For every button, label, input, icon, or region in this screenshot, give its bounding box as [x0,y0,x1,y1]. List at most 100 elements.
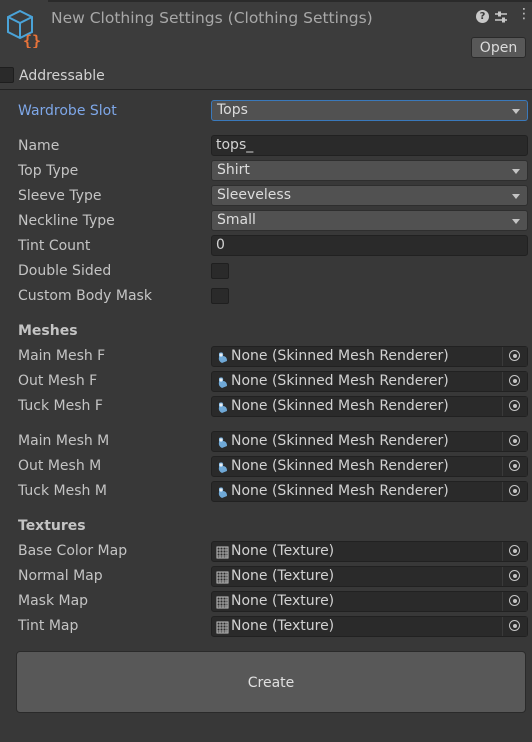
skinned-mesh-renderer-icon [218,462,227,473]
tint-count-value: 0 [216,237,225,253]
mesh-object-field[interactable]: None (Skinned Mesh Renderer) [211,481,528,502]
neckline-type-label: Neckline Type [18,213,115,229]
texture-object-field[interactable]: None (Texture) [211,541,528,562]
object-picker-button[interactable] [502,592,527,611]
texture-icon [216,571,229,584]
scriptable-object-icon: {} [7,9,41,48]
top-type-value: Shirt [217,162,250,178]
double-sided-checkbox[interactable] [211,263,229,279]
custom-body-mask-checkbox[interactable] [211,288,229,304]
inspector-title: New Clothing Settings (Clothing Settings… [51,9,373,27]
create-button[interactable]: Create [16,651,526,713]
texture-object-field[interactable]: None (Texture) [211,616,528,637]
meshes-heading: Meshes [18,323,78,339]
texture-icon [216,546,229,559]
custom-body-mask-row: Custom Body Mask [0,285,532,307]
sleeve-type-label: Sleeve Type [18,188,102,204]
custom-body-mask-label: Custom Body Mask [18,288,152,304]
object-picker-button[interactable] [502,347,527,366]
mesh-object-field[interactable]: None (Skinned Mesh Renderer) [211,396,528,417]
object-picker-button[interactable] [502,432,527,451]
neckline-type-value: Small [217,212,256,228]
texture-object-value: None (Texture) [231,593,335,609]
header-separator [0,89,532,90]
mesh-row: Tuck Mesh F None (Skinned Mesh Renderer) [0,395,532,417]
skinned-mesh-renderer-icon [218,402,227,413]
mesh-row: Main Mesh M None (Skinned Mesh Renderer) [0,430,532,452]
double-sided-row: Double Sided [0,260,532,282]
mesh-object-field[interactable]: None (Skinned Mesh Renderer) [211,456,528,477]
sleeve-type-dropdown[interactable]: Sleeveless [211,185,528,206]
presets-icon[interactable] [494,10,508,24]
mesh-object-field[interactable]: None (Skinned Mesh Renderer) [211,431,528,452]
mesh-row: Tuck Mesh M None (Skinned Mesh Renderer) [0,480,532,502]
texture-icon [216,596,229,609]
texture-icon [216,621,229,634]
double-sided-label: Double Sided [18,263,112,279]
help-icon[interactable]: ? [476,10,489,23]
skinned-mesh-renderer-icon [218,352,227,363]
top-type-dropdown[interactable]: Shirt [211,160,528,181]
mesh-row: Main Mesh F None (Skinned Mesh Renderer) [0,345,532,367]
top-type-label: Top Type [18,163,79,179]
texture-object-value: None (Texture) [231,568,335,584]
dropdown-arrow-icon [512,219,520,224]
skinned-mesh-renderer-icon [218,437,227,448]
texture-object-field[interactable]: None (Texture) [211,591,528,612]
open-button[interactable]: Open [471,37,526,58]
mesh-object-value: None (Skinned Mesh Renderer) [231,373,449,389]
tint-count-label: Tint Count [18,238,91,254]
texture-label: Normal Map [18,568,103,584]
object-picker-button[interactable] [502,397,527,416]
texture-label: Base Color Map [18,543,128,559]
sleeve-type-value: Sleeveless [217,187,291,203]
tint-count-row: Tint Count 0 [0,235,532,257]
header-top-border [48,0,532,2]
mesh-object-value: None (Skinned Mesh Renderer) [231,458,449,474]
more-options-icon[interactable]: ⋮ [517,7,531,21]
object-picker-button[interactable] [502,617,527,636]
name-label: Name [18,138,60,154]
textures-heading: Textures [18,518,86,534]
texture-object-value: None (Texture) [231,543,335,559]
dropdown-arrow-icon [512,169,520,174]
neckline-type-dropdown[interactable]: Small [211,210,528,231]
mesh-object-value: None (Skinned Mesh Renderer) [231,483,449,499]
sleeve-type-row: Sleeve Type Sleeveless [0,185,532,207]
texture-row: Base Color Map None (Texture) [0,540,532,562]
name-input[interactable]: tops_ [211,135,528,156]
object-picker-button[interactable] [502,457,527,476]
neckline-type-row: Neckline Type Small [0,210,532,232]
svg-text:{}: {} [23,32,41,48]
mesh-label: Tuck Mesh M [18,483,107,499]
wardrobe-slot-row: Wardrobe Slot Tops [0,100,532,122]
texture-row: Tint Map None (Texture) [0,615,532,637]
object-picker-button[interactable] [502,482,527,501]
wardrobe-slot-label: Wardrobe Slot [18,103,117,119]
mesh-object-field[interactable]: None (Skinned Mesh Renderer) [211,346,528,367]
mesh-object-field[interactable]: None (Skinned Mesh Renderer) [211,371,528,392]
mesh-object-value: None (Skinned Mesh Renderer) [231,433,449,449]
mesh-label: Main Mesh M [18,433,110,449]
skinned-mesh-renderer-icon [218,377,227,388]
wardrobe-slot-value: Tops [217,102,248,118]
texture-row: Mask Map None (Texture) [0,590,532,612]
mesh-object-value: None (Skinned Mesh Renderer) [231,398,449,414]
texture-object-field[interactable]: None (Texture) [211,566,528,587]
tint-count-input[interactable]: 0 [211,235,528,256]
addressable-label: Addressable [19,68,105,84]
skinned-mesh-renderer-icon [218,487,227,498]
object-picker-button[interactable] [502,542,527,561]
mesh-object-value: None (Skinned Mesh Renderer) [231,348,449,364]
mesh-row: Out Mesh M None (Skinned Mesh Renderer) [0,455,532,477]
dropdown-arrow-icon [512,109,520,114]
name-row: Name tops_ [0,135,532,157]
object-picker-button[interactable] [502,372,527,391]
texture-row: Normal Map None (Texture) [0,565,532,587]
texture-label: Mask Map [18,593,89,609]
mesh-row: Out Mesh F None (Skinned Mesh Renderer) [0,370,532,392]
wardrobe-slot-dropdown[interactable]: Tops [211,100,528,121]
object-picker-button[interactable] [502,567,527,586]
mesh-label: Main Mesh F [18,348,106,364]
addressable-checkbox[interactable] [0,67,14,83]
